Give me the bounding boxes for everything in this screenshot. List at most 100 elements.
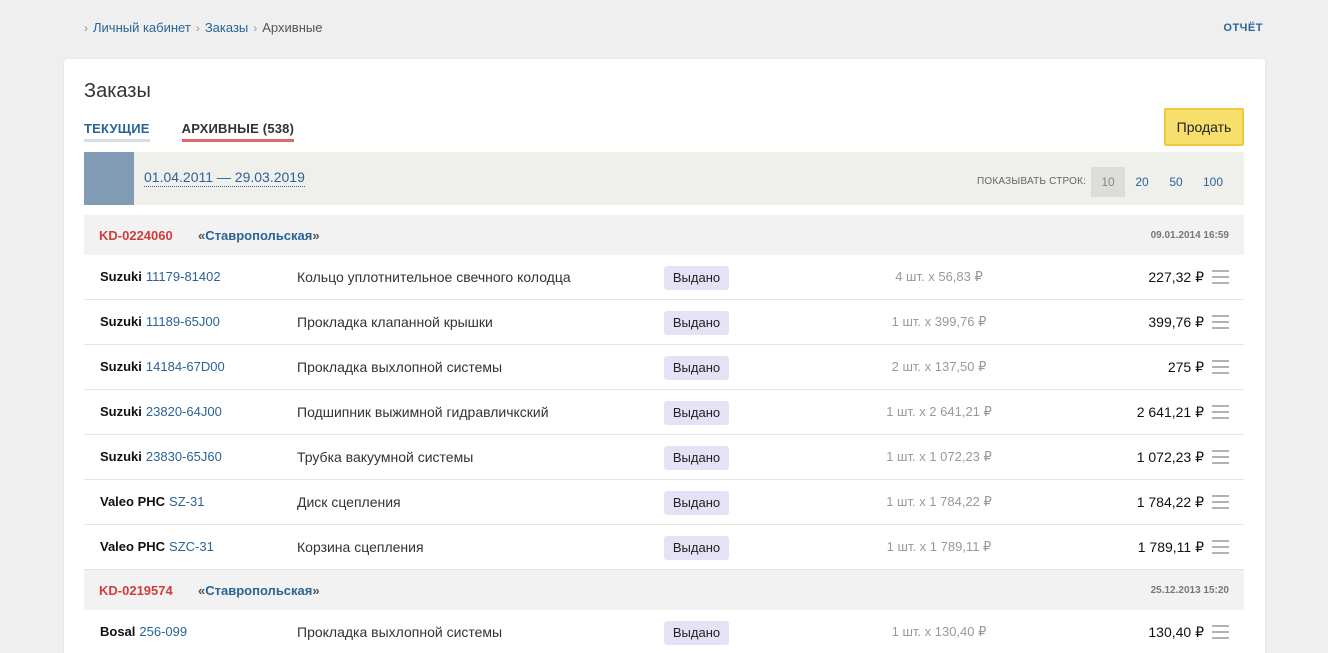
order-item-row: Suzuki 11189-65J00 Прокладка клапанной кры… xyxy=(84,300,1244,345)
breadcrumb: › Личный кабинет › Заказы › Архивные xyxy=(84,20,322,35)
breadcrumb-current: Архивные xyxy=(262,20,323,35)
order-item-row: Valeo PHC SZC-31 Корзина сцепления Выдано 1 … xyxy=(84,525,1244,570)
order-item-row: Suzuki 23820-64J00 Подшипник выжимной гидр… xyxy=(84,390,1244,435)
status-badge: Выдано xyxy=(664,266,729,290)
order-item-row: Suzuki 23830-65J60 Трубка вакуумной систем… xyxy=(84,435,1244,480)
chevron-right-icon: › xyxy=(253,20,258,35)
order-header: KD-0224060 «Ставропольская» 09.01.2014 16:… xyxy=(84,215,1244,255)
brand-name: Valeo PHC xyxy=(100,494,166,509)
item-quantity-price: 1 шт. x 1 789,11 ₽ xyxy=(886,539,992,554)
brand-name: Bosal xyxy=(100,624,136,639)
part-number-link[interactable]: 11179-81402 xyxy=(146,269,221,284)
item-total: 1 072,23 ₽ xyxy=(1136,449,1204,465)
rows-option-100[interactable]: 100 xyxy=(1196,167,1230,197)
rows-option-20[interactable]: 20 xyxy=(1125,167,1159,197)
item-description: Диск сцепления xyxy=(297,494,401,510)
item-description: Кольцо уплотнительное свечного колодца xyxy=(297,269,571,285)
date-range-picker[interactable]: 01.04.2011 — 29.03.2019 xyxy=(144,169,305,187)
rows-per-page-label: ПОКАЗЫВАТЬ СТРОК: xyxy=(977,176,1087,187)
menu-lines-icon[interactable] xyxy=(1212,450,1229,464)
brand-name: Valeo PHC xyxy=(100,539,166,554)
order-tabs: ТЕКУЩИЕ АРХИВНЫЕ (538) xyxy=(84,121,326,142)
order-number-link[interactable]: KD-0224060 xyxy=(99,228,173,243)
item-total: 1 784,22 ₽ xyxy=(1136,494,1204,510)
store-link[interactable]: Ставропольская xyxy=(205,228,312,243)
sell-button[interactable]: Продать xyxy=(1164,108,1244,146)
item-quantity-price: 1 шт. x 130,40 ₽ xyxy=(891,624,987,639)
rows-option-10[interactable]: 10 xyxy=(1091,167,1125,197)
menu-lines-icon[interactable] xyxy=(1212,540,1229,554)
item-brand: Bosal 256-099 xyxy=(100,624,187,639)
tab-current[interactable]: ТЕКУЩИЕ xyxy=(84,121,150,142)
item-quantity-price: 4 шт. x 56,83 ₽ xyxy=(895,269,983,284)
status-badge: Выдано xyxy=(664,446,729,470)
filter-bar: 01.04.2011 — 29.03.2019 ПОКАЗЫВАТЬ СТРОК… xyxy=(84,152,1244,205)
brand-name: Suzuki xyxy=(100,269,142,284)
item-total: 275 ₽ xyxy=(1167,359,1204,375)
item-brand: Suzuki 11179-81402 xyxy=(100,269,221,284)
top-bar: › Личный кабинет › Заказы › Архивные ОТЧ… xyxy=(0,0,1328,58)
item-brand: Valeo PHC SZ-31 xyxy=(100,494,204,509)
tab-archived[interactable]: АРХИВНЫЕ (538) xyxy=(181,121,295,142)
item-quantity-price: 1 шт. x 1 072,23 ₽ xyxy=(886,449,992,464)
status-badge: Выдано xyxy=(664,621,729,645)
item-brand: Suzuki 14184-67D00 xyxy=(100,359,225,374)
brand-name: Suzuki xyxy=(100,359,142,374)
item-brand: Valeo PHC SZC-31 xyxy=(100,539,214,554)
order-date: 25.12.2013 15:20 xyxy=(1150,585,1229,596)
order-number-link[interactable]: KD-0219574 xyxy=(99,583,173,598)
orders-list: KD-0224060 «Ставропольская» 09.01.2014 16:… xyxy=(84,215,1244,653)
order-store: «Ставропольская» xyxy=(198,228,320,243)
item-total: 2 641,21 ₽ xyxy=(1136,404,1204,420)
item-description: Корзина сцепления xyxy=(297,539,424,555)
item-quantity-price: 1 шт. x 399,76 ₽ xyxy=(891,314,987,329)
item-quantity-price: 1 шт. x 2 641,21 ₽ xyxy=(886,404,992,419)
item-description: Подшипник выжимной гидравличкский xyxy=(297,404,549,420)
menu-lines-icon[interactable] xyxy=(1212,360,1229,374)
item-total: 227,32 ₽ xyxy=(1148,269,1204,285)
status-badge: Выдано xyxy=(664,491,729,515)
item-total: 399,76 ₽ xyxy=(1148,314,1204,330)
status-badge: Выдано xyxy=(664,401,729,425)
status-badge: Выдано xyxy=(664,536,729,560)
breadcrumb-link-account[interactable]: Личный кабинет xyxy=(93,20,191,35)
order-store: «Ставропольская» xyxy=(198,583,320,598)
menu-lines-icon[interactable] xyxy=(1212,405,1229,419)
menu-lines-icon[interactable] xyxy=(1212,315,1229,329)
rows-option-50[interactable]: 50 xyxy=(1159,167,1193,197)
item-brand: Suzuki 23820-64J00 xyxy=(100,404,222,419)
order-item-row: Suzuki 11179-81402 Кольцо уплотнительное с… xyxy=(84,255,1244,300)
item-description: Прокладка выхлопной системы xyxy=(297,624,503,640)
item-quantity-price: 1 шт. x 1 784,22 ₽ xyxy=(886,494,992,509)
chevron-right-icon: › xyxy=(195,20,200,35)
page-title: Заказы xyxy=(84,80,151,102)
part-number-link[interactable]: 14184-67D00 xyxy=(146,359,225,374)
chevron-right-icon: › xyxy=(84,20,88,35)
store-link[interactable]: Ставропольская xyxy=(205,583,312,598)
item-brand: Suzuki 11189-65J00 xyxy=(100,314,220,329)
order-item-row: Valeo PHC SZ-31 Диск сцепления Выдано 1 шт. … xyxy=(84,480,1244,525)
menu-lines-icon[interactable] xyxy=(1212,270,1229,284)
period-color-block[interactable] xyxy=(84,152,134,205)
orders-card: Заказы ТЕКУЩИЕ АРХИВНЫЕ (538) Продать 01… xyxy=(64,59,1265,653)
order-item-row: Bosal 256-099 Прокладка выхлопной системы В… xyxy=(84,610,1244,653)
breadcrumb-link-orders[interactable]: Заказы xyxy=(205,20,248,35)
menu-lines-icon[interactable] xyxy=(1212,495,1229,509)
part-number-link[interactable]: 11189-65J00 xyxy=(146,314,220,329)
order-date: 09.01.2014 16:59 xyxy=(1150,230,1229,241)
brand-name: Suzuki xyxy=(100,449,142,464)
part-number-link[interactable]: 23820-64J00 xyxy=(146,404,222,419)
status-badge: Выдано xyxy=(664,356,729,380)
item-description: Прокладка выхлопной системы xyxy=(297,359,503,375)
part-number-link[interactable]: 23830-65J60 xyxy=(146,449,222,464)
item-brand: Suzuki 23830-65J60 xyxy=(100,449,222,464)
status-badge: Выдано xyxy=(664,311,729,335)
part-number-link[interactable]: SZC-31 xyxy=(169,539,214,554)
part-number-link[interactable]: SZ-31 xyxy=(169,494,204,509)
report-link[interactable]: ОТЧЁТ xyxy=(1223,22,1263,34)
menu-lines-icon[interactable] xyxy=(1212,625,1229,639)
item-description: Прокладка клапанной крышки xyxy=(297,314,493,330)
brand-name: Suzuki xyxy=(100,314,142,329)
item-total: 130,40 ₽ xyxy=(1148,624,1204,640)
part-number-link[interactable]: 256-099 xyxy=(139,624,187,639)
